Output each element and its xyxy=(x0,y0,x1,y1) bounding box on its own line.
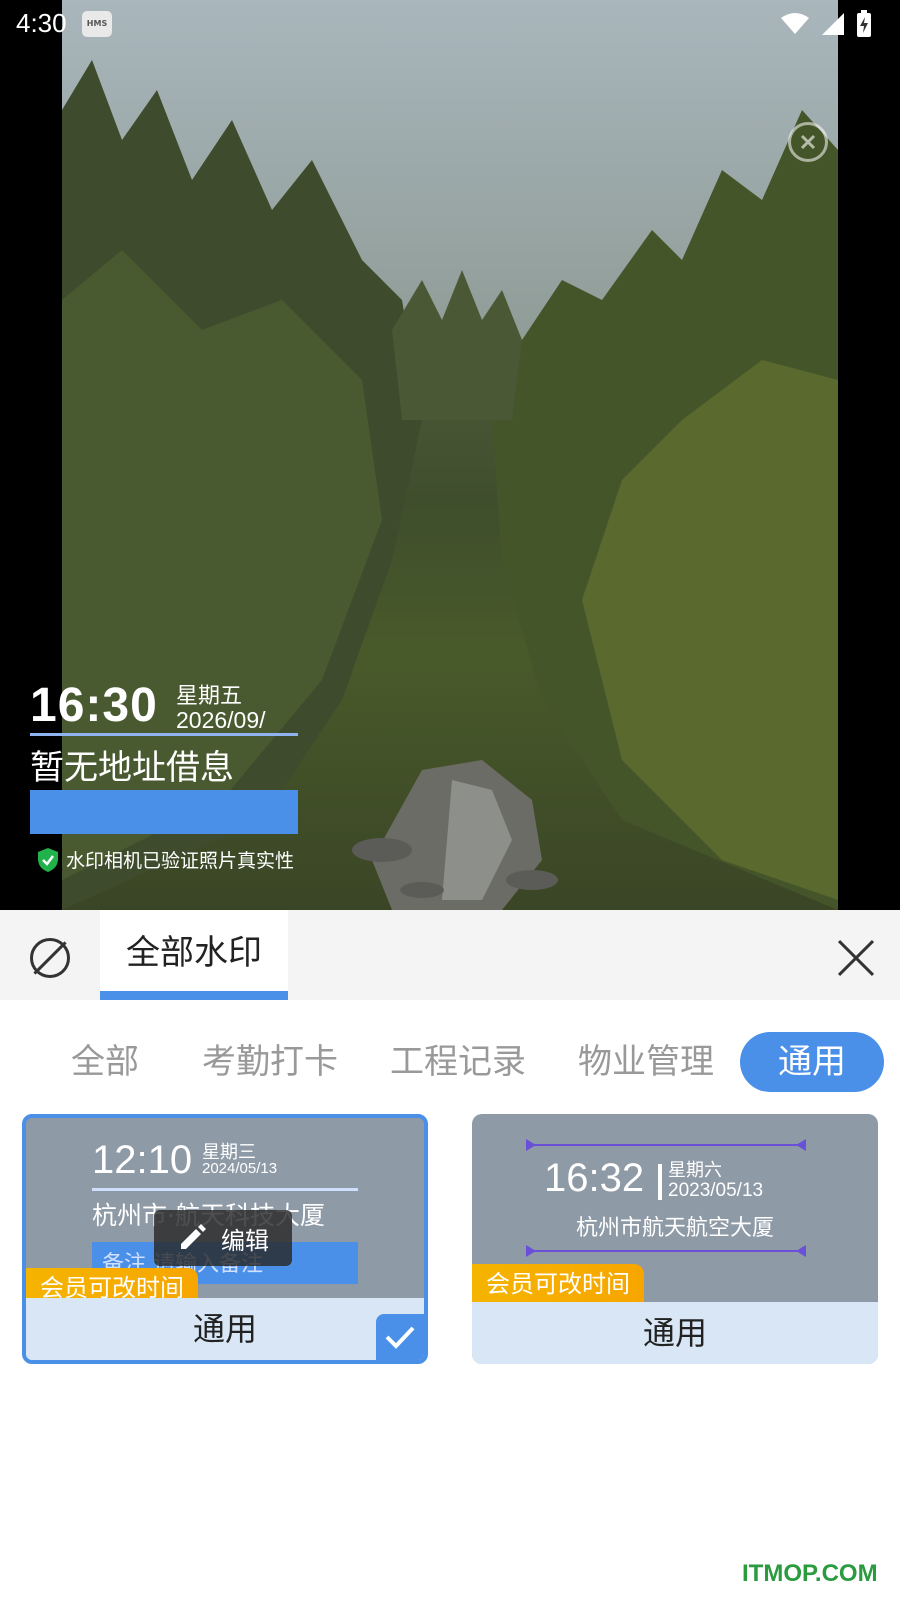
template-date: 2023/05/13 xyxy=(668,1180,764,1201)
signal-icon xyxy=(822,13,844,35)
hms-badge-icon: HMS xyxy=(82,11,112,37)
watermark-date: 2026/09/ xyxy=(176,707,266,733)
no-watermark-icon[interactable] xyxy=(30,938,70,978)
edit-template-button[interactable]: 编辑 xyxy=(154,1210,292,1266)
tab-indicator xyxy=(100,991,288,1000)
battery-charging-icon xyxy=(857,10,871,37)
watermark-time: 16:30 xyxy=(30,679,158,732)
watermark-address: 暂无地址借息 xyxy=(30,748,234,788)
template-card-2[interactable]: 16:32 星期六 2023/05/13 杭州市航天航空大厦 会员可改时间 通用 xyxy=(472,1114,878,1364)
category-attendance[interactable]: 考勤打卡 xyxy=(196,1032,344,1092)
category-engineering[interactable]: 工程记录 xyxy=(384,1032,532,1092)
template-top-rule xyxy=(526,1139,806,1151)
verify-notice: 水印相机已验证照片真实性 xyxy=(36,846,294,873)
category-all[interactable]: 全部 xyxy=(46,1032,164,1092)
template-divider xyxy=(92,1188,358,1191)
template-category-label: 通用 xyxy=(472,1302,878,1364)
category-general[interactable]: 通用 xyxy=(740,1032,884,1092)
template-weekday: 星期六 xyxy=(668,1160,722,1181)
category-chips: 全部 考勤打卡 工程记录 物业管理 通用 xyxy=(0,1032,900,1092)
site-logo: ITMOP.COM xyxy=(742,1560,878,1587)
template-date: 2024/05/13 xyxy=(202,1160,278,1177)
status-time: 4:30 xyxy=(16,8,67,38)
template-bottom-rule xyxy=(526,1245,806,1257)
watermark-divider xyxy=(30,733,298,736)
watermark-note-bar xyxy=(30,790,298,834)
watermark-weekday: 星期五 xyxy=(176,684,243,709)
close-panel-icon[interactable] xyxy=(836,938,876,978)
photo-preview-area: 4:30 HMS 16:30 星期五 2026/09/ 暂无地址借息 水印相机已… xyxy=(0,0,900,910)
vip-tag: 会员可改时间 xyxy=(472,1264,644,1302)
template-category-label: 通用 xyxy=(26,1298,424,1360)
wifi-icon xyxy=(781,13,809,34)
template-address: 杭州市航天航空大厦 xyxy=(575,1216,774,1241)
selected-check-icon xyxy=(376,1314,424,1360)
template-time: 12:10 xyxy=(92,1138,193,1182)
shield-check-icon xyxy=(38,847,58,872)
category-property[interactable]: 物业管理 xyxy=(572,1032,720,1092)
template-time-separator xyxy=(658,1164,662,1200)
edit-label: 编辑 xyxy=(221,1226,269,1255)
status-bar: 4:30 HMS xyxy=(0,0,900,48)
tab-all-watermarks[interactable]: 全部水印 xyxy=(100,910,288,1000)
verify-text: 水印相机已验证照片真实性 xyxy=(66,850,295,872)
pencil-icon xyxy=(181,1224,206,1249)
template-card-1[interactable]: 12:10 星期三 2024/05/13 杭州市·航天科技大厦 备注 请输入备注… xyxy=(22,1114,428,1364)
template-time: 16:32 xyxy=(544,1156,645,1200)
close-preview-icon[interactable] xyxy=(788,122,828,162)
